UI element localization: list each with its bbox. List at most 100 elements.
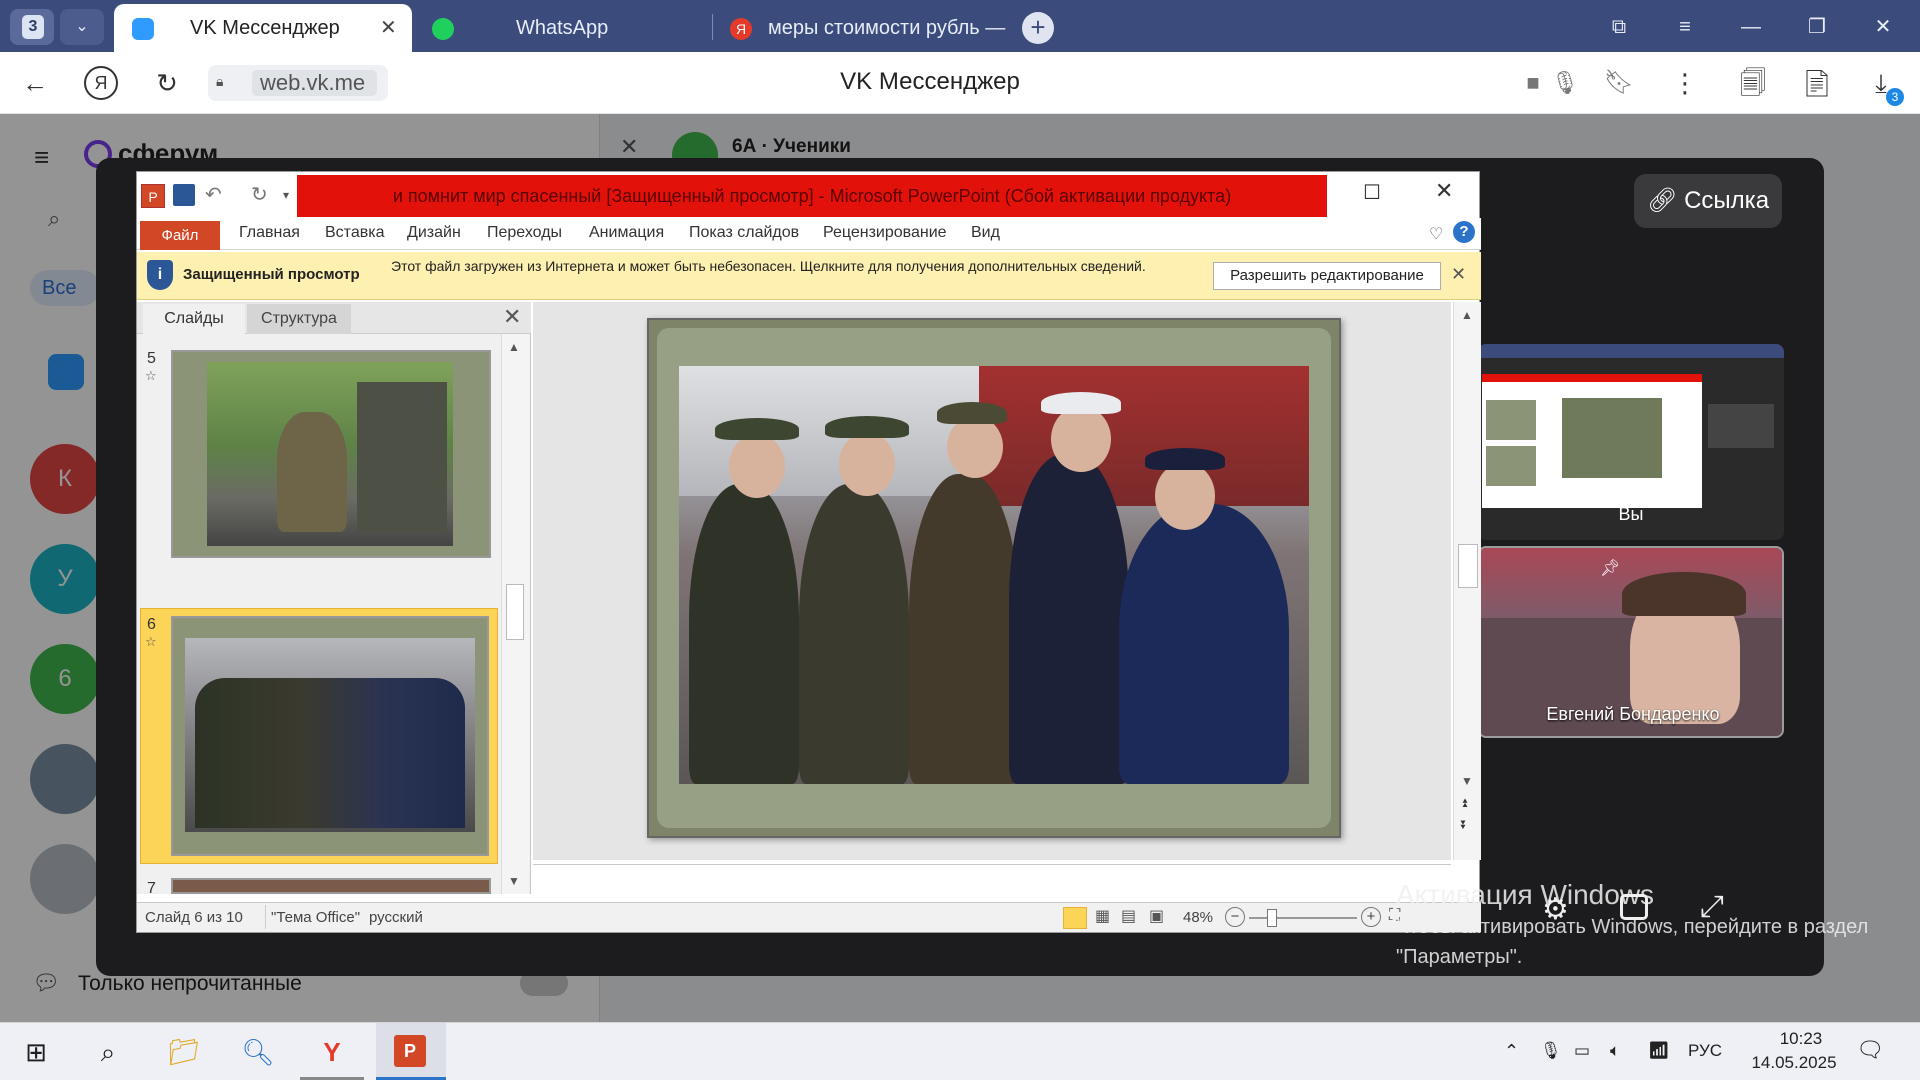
scroll-thumb[interactable] [506, 584, 524, 640]
tab-outline[interactable]: Структура [247, 304, 351, 334]
tab-slide-show[interactable]: Показ слайдов [689, 224, 799, 242]
slide-show-icon[interactable]: ▣ [1149, 906, 1164, 926]
tab-view[interactable]: Вид [971, 224, 1000, 242]
participant-tile-self[interactable]: Вы [1478, 344, 1784, 540]
ribbon-tabs: Файл Главная Вставка Дизайн Переходы Ани… [137, 218, 1481, 250]
tab-review[interactable]: Рецензирование [823, 224, 947, 242]
tab-transitions[interactable]: Переходы [487, 224, 562, 242]
tab-vk-messenger[interactable]: VK Мессенджер ✕ [114, 4, 412, 52]
more-icon[interactable]: ⋮ [1668, 66, 1702, 100]
zoom-slider[interactable] [1249, 917, 1357, 919]
tab-home[interactable]: Главная [239, 224, 300, 242]
bookmarks-panel-icon[interactable]: ⧉ [1604, 12, 1634, 42]
scroll-thumb[interactable] [1458, 544, 1478, 588]
tab-file[interactable]: Файл [140, 221, 220, 250]
slide-thumbnail-5[interactable] [171, 350, 491, 558]
powerpoint-logo-icon[interactable]: P [141, 184, 165, 208]
close-window-icon[interactable]: ✕ [1868, 12, 1898, 42]
collections-icon[interactable]: 🗐︎ [1736, 66, 1770, 100]
next-slide-icon[interactable]: ⏬︎ [1461, 818, 1467, 833]
pin-icon[interactable]: 📌︎ [1600, 558, 1620, 578]
url-text: web.vk.me [252, 70, 377, 96]
windows-start-icon[interactable]: ⊞ [14, 1031, 58, 1073]
tab-whatsapp[interactable]: WhatsApp [422, 4, 702, 52]
maximize-icon[interactable]: ☐ [1363, 180, 1381, 205]
help-icon[interactable]: ? [1453, 221, 1475, 243]
tab-insert[interactable]: Вставка [325, 224, 384, 242]
zoom-slider-thumb[interactable] [1267, 909, 1277, 927]
clock-time[interactable]: 10:23 [1766, 1029, 1836, 1049]
current-slide[interactable] [647, 318, 1341, 838]
page-title: VK Мессенджер [840, 68, 1020, 95]
scroll-down-icon[interactable]: ▼ [508, 874, 520, 888]
slide-thumbnail-6[interactable] [171, 616, 489, 856]
close-icon[interactable]: ✕ [380, 4, 397, 52]
tab-design[interactable]: Дизайн [407, 224, 461, 242]
microphone-icon[interactable]: 🎙︎ [1540, 1041, 1562, 1061]
minimize-icon[interactable]: — [1736, 12, 1766, 42]
zoom-in-icon[interactable]: + [1361, 907, 1381, 927]
scroll-up-icon[interactable]: ▲ [508, 340, 520, 354]
customize-qat-icon[interactable]: ▾ [283, 188, 289, 202]
enable-editing-button[interactable]: Разрешить редактирование [1213, 262, 1441, 290]
undo-icon[interactable]: ↶ [205, 182, 222, 207]
powerpoint-taskbar-button[interactable]: P [376, 1023, 446, 1080]
new-tab-button[interactable]: + [1022, 12, 1054, 44]
slide-6-photo [185, 638, 475, 832]
back-icon[interactable]: ← [18, 66, 52, 100]
ribbon-collapse-icon[interactable]: ♡ [1429, 224, 1443, 244]
tab-animation[interactable]: Анимация [589, 224, 664, 242]
windows-activation-watermark: Активация Windows Чтобы активировать Win… [1396, 878, 1916, 972]
tab-yandex-search[interactable]: Я меры стоимости рубль — [724, 4, 1010, 52]
participant-tile[interactable]: 📌︎ Евгений Бондаренко [1478, 546, 1784, 738]
notifications-icon[interactable]: 🗨︎ [1856, 1037, 1884, 1063]
camera-icon[interactable]: ■ [1516, 66, 1550, 100]
zoom-out-icon[interactable]: − [1225, 907, 1245, 927]
reload-icon[interactable]: ↻ [150, 66, 184, 100]
scroll-down-icon[interactable]: ▼ [1461, 774, 1473, 788]
extension-icon[interactable]: 📄︎ [1800, 66, 1834, 100]
clock-date[interactable]: 14.05.2025 [1744, 1053, 1844, 1073]
scroll-up-icon[interactable]: ▲ [1461, 308, 1473, 322]
slide-thumbnail-7[interactable] [171, 878, 491, 894]
close-icon[interactable]: ✕ [1451, 264, 1466, 285]
chevron-down-icon[interactable]: ⌄ [60, 9, 104, 45]
language-status[interactable]: русский [363, 909, 423, 926]
veterans-photo [679, 366, 1309, 784]
tab-slides[interactable]: Слайды [143, 304, 245, 334]
redo-icon[interactable]: ↻ [251, 182, 268, 207]
close-icon[interactable]: ✕ [1435, 178, 1453, 204]
editor-scrollbar[interactable]: ▲ ▼ ⏫︎ ⏬︎ [1453, 302, 1481, 860]
chevron-up-icon[interactable]: ⌃ [1504, 1041, 1519, 1062]
battery-icon[interactable]: ▭ [1574, 1041, 1590, 1061]
microphone-icon[interactable]: 🎙︎ [1548, 66, 1582, 100]
previous-slide-icon[interactable]: ⏫︎ [1461, 796, 1467, 811]
reading-view-icon[interactable]: ▤ [1121, 906, 1136, 926]
tab-label: WhatsApp [516, 17, 609, 39]
yandex-home-icon[interactable]: Я [84, 66, 118, 100]
link-button[interactable]: 🔗︎ Ссылка [1634, 174, 1782, 228]
yandex-browser-icon[interactable]: Y [310, 1031, 354, 1073]
url-field[interactable]: 🔒︎ web.vk.me [208, 65, 388, 101]
downloads-badge: 3 [1886, 88, 1904, 106]
bookmark-icon[interactable]: 🔖︎ [1602, 66, 1636, 100]
tab-groups-button[interactable]: 3 [10, 9, 54, 45]
zoom-level[interactable]: 48% [1183, 909, 1213, 926]
file-explorer-icon[interactable]: 📁︎ [162, 1031, 206, 1073]
protected-view-bar: i Защищенный просмотр Этот файл загружен… [137, 252, 1481, 300]
notes-pane[interactable] [533, 864, 1451, 898]
close-icon[interactable]: ✕ [503, 304, 521, 330]
save-icon[interactable] [173, 184, 195, 206]
volume-icon[interactable]: 🔈︎ [1610, 1041, 1620, 1061]
wifi-icon[interactable]: 📶︎ [1648, 1041, 1670, 1061]
restore-icon[interactable]: ❐ [1802, 12, 1832, 42]
menu-icon[interactable]: ≡ [1670, 12, 1700, 42]
protected-view-message[interactable]: Этот файл загружен из Интернета и может … [391, 256, 1191, 276]
slides-panel: Слайды Структура ✕ 5 ☆ 6 ☆ 7 ▲ ▼ [137, 302, 531, 897]
language-indicator[interactable]: РУС [1688, 1041, 1722, 1061]
normal-view-icon[interactable] [1063, 907, 1087, 929]
search-icon[interactable]: ⌕ [86, 1031, 130, 1073]
slide-sorter-icon[interactable]: ▦ [1095, 906, 1110, 926]
network-app-icon[interactable]: 🔍︎ [236, 1031, 280, 1073]
slides-scrollbar[interactable]: ▲ ▼ [501, 334, 529, 894]
